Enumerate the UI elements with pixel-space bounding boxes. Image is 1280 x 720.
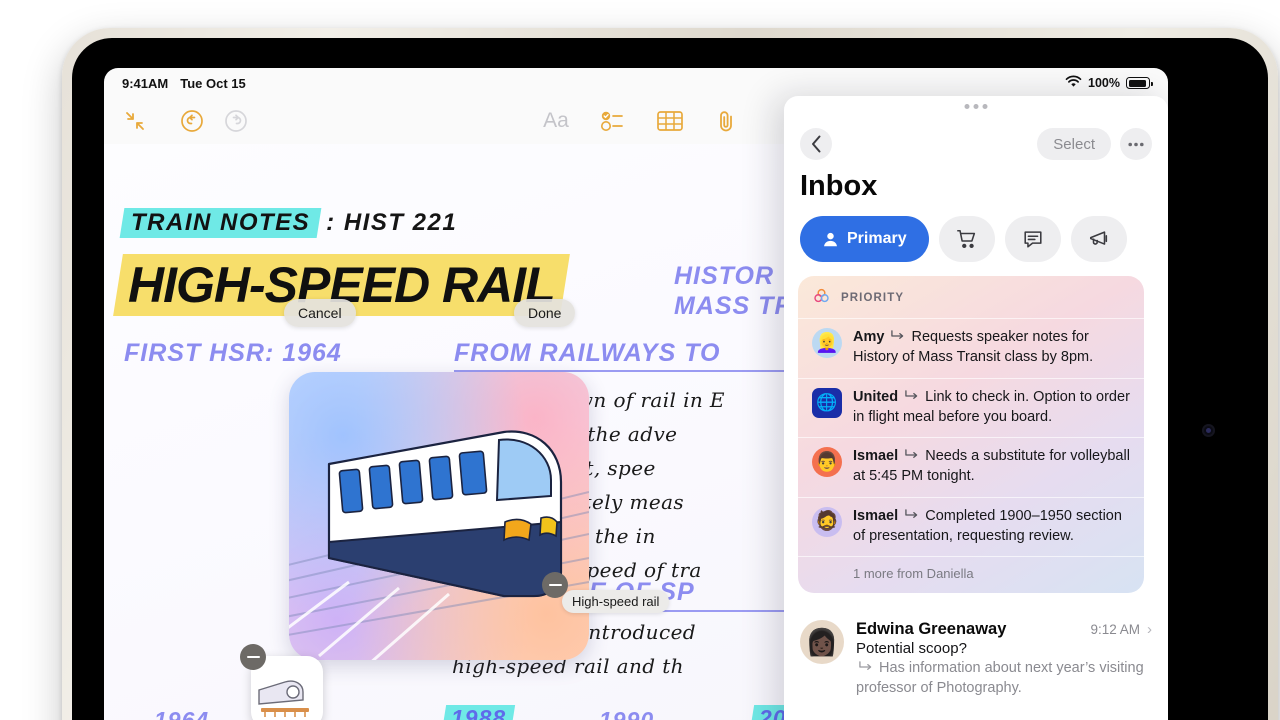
wifi-icon — [1065, 75, 1082, 91]
message-subject: Potential scoop? — [856, 640, 967, 657]
priority-sender: United — [853, 388, 899, 405]
generated-image[interactable] — [289, 372, 589, 660]
mail-more-button[interactable] — [1120, 128, 1152, 160]
message-sender: Edwina Greenaway — [856, 620, 1007, 638]
priority-card[interactable]: PRIORITY 👱‍♀️ Amy Requests speaker notes… — [798, 276, 1144, 594]
paperclip-icon[interactable] — [711, 106, 741, 136]
image-concept-chip[interactable]: High-speed rail — [562, 590, 670, 613]
timeline-year-0: 1964 — [154, 707, 210, 720]
priority-item[interactable]: 👨 Ismael Needs a substitute for volleyba… — [798, 437, 1144, 497]
priority-item-text: Ismael Completed 1900–1950 section of pr… — [853, 507, 1130, 547]
ellipsis-icon — [1128, 142, 1144, 146]
priority-item-text: Amy Requests speaker notes for History o… — [853, 328, 1130, 368]
ipad-display: 9:41AM Tue Oct 15 100% Aa TRAIN NOTES: … — [104, 68, 1168, 720]
tab-promotions[interactable] — [1070, 216, 1127, 262]
tab-updates[interactable] — [1004, 216, 1061, 262]
title-rest: : HIST 221 — [326, 209, 458, 236]
timeline-year-1: 1988 — [451, 705, 507, 720]
chevron-right-icon[interactable]: › — [1147, 621, 1152, 638]
priority-more-link[interactable]: 1 more from Daniella — [798, 556, 1144, 593]
timeline-year-3: 20 — [759, 705, 787, 720]
summary-icon — [858, 660, 873, 679]
screenshot-root: 9:41AM Tue Oct 15 100% Aa TRAIN NOTES: … — [0, 0, 1280, 720]
avatar: 🧔 — [812, 506, 842, 537]
done-button[interactable]: Done — [514, 299, 576, 327]
select-button[interactable]: Select — [1037, 128, 1111, 160]
priority-header: PRIORITY — [798, 276, 1144, 318]
format-aa-button[interactable]: Aa — [541, 106, 571, 136]
priority-item[interactable]: 🧔 Ismael Completed 1900–1950 section of … — [798, 496, 1144, 557]
message-list-item[interactable]: 👩🏿 Edwina Greenaway 9:12 AM › Potential … — [784, 608, 1168, 698]
message-preview: Has information about next year’s visiti… — [856, 659, 1152, 698]
summary-icon — [904, 508, 919, 527]
summary-icon — [904, 389, 919, 408]
tab-transactions[interactable] — [938, 216, 995, 262]
timeline-year-1-wrap: 1988 — [441, 705, 516, 720]
priority-item-text: Ismael Needs a substitute for volleyball… — [853, 447, 1130, 487]
chat-icon — [1024, 231, 1042, 248]
apple-intelligence-icon — [812, 287, 831, 309]
megaphone-icon — [1089, 231, 1107, 245]
avatar: 👱‍♀️ — [812, 328, 842, 358]
undo-icon[interactable] — [177, 106, 207, 136]
timeline-year-2: 1990 — [599, 707, 655, 720]
mail-header: Select — [784, 118, 1168, 170]
collapse-arrows-icon[interactable] — [120, 106, 150, 136]
page-title: Inbox — [800, 170, 878, 202]
avatar: 👨 — [812, 447, 842, 478]
message-preview-text: Has information about next year’s visiti… — [856, 660, 1144, 696]
side-heading-line1: HISTOR — [674, 262, 774, 290]
priority-summary: Requests speaker notes for History of Ma… — [853, 329, 1094, 366]
priority-sender: Ismael — [853, 507, 899, 524]
avatar: 👩🏿 — [800, 620, 844, 664]
mailbox-category-tabs: Primary — [800, 216, 1127, 262]
tab-primary[interactable]: Primary — [800, 216, 929, 262]
summary-icon — [890, 329, 905, 348]
person-icon — [824, 232, 837, 246]
message-time: 9:12 AM — [1090, 622, 1140, 637]
avatar: 🌐 — [812, 387, 842, 418]
priority-item[interactable]: 🌐 United Link to check in. Option to ord… — [798, 377, 1144, 438]
chevron-left-icon — [811, 135, 820, 153]
battery-full-icon — [1126, 77, 1153, 89]
cancel-button[interactable]: Cancel — [284, 299, 356, 327]
redo-icon — [221, 106, 251, 136]
battery-percent: 100% — [1088, 76, 1120, 90]
note-subheading-2: FROM RAILWAYS TO — [454, 339, 721, 367]
back-button[interactable] — [800, 128, 832, 160]
panel-drag-handle[interactable] — [964, 104, 988, 109]
side-heading-line2: MASS TR — [674, 292, 794, 320]
note-subheading-1: FIRST HSR: 1964 — [124, 339, 342, 367]
front-camera — [1202, 424, 1215, 437]
title-highlight: TRAIN NOTES — [119, 208, 322, 238]
note-title-line: TRAIN NOTES : HIST 221 — [119, 208, 458, 238]
table-icon[interactable] — [655, 106, 685, 136]
remove-sketch-button[interactable] — [240, 644, 266, 670]
priority-item[interactable]: 👱‍♀️ Amy Requests speaker notes for Hist… — [798, 318, 1144, 378]
priority-item-text: United Link to check in. Option to order… — [853, 388, 1130, 428]
checklist-icon[interactable] — [598, 106, 628, 136]
status-time: 9:41AM — [122, 75, 169, 91]
mail-panel[interactable]: Select Inbox Primary — [784, 96, 1168, 720]
status-bar: 9:41AM Tue Oct 15 100% — [104, 68, 1168, 98]
priority-label: PRIORITY — [841, 292, 905, 304]
train-illustration — [289, 430, 589, 660]
priority-sender: Ismael — [853, 448, 899, 465]
status-date: Tue Oct 15 — [180, 75, 246, 91]
tab-primary-label: Primary — [847, 230, 907, 247]
cart-icon — [956, 229, 975, 249]
summary-icon — [904, 448, 919, 467]
priority-sender: Amy — [853, 329, 885, 345]
